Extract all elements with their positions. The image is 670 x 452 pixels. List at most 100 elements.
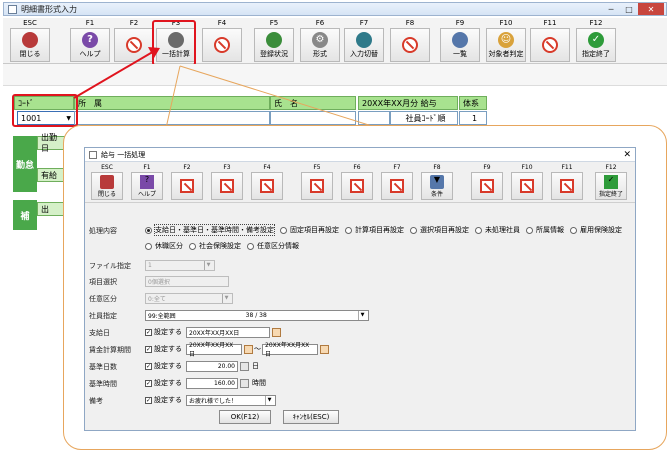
calendar-icon[interactable] xyxy=(272,327,281,337)
fkey-f10-button[interactable]: ☺ 対象者判定 xyxy=(486,28,526,62)
dialog-fkey-f11-button[interactable] xyxy=(551,172,583,200)
hours-checkbox[interactable]: ✓ 設定する xyxy=(145,378,182,388)
exit-icon xyxy=(22,31,38,48)
disabled-icon xyxy=(350,179,364,193)
process-option[interactable]: 任意区分情報 xyxy=(247,240,300,252)
dialog-fkey-f9: F9 xyxy=(467,163,507,200)
radio-icon xyxy=(145,226,152,234)
period-checkbox[interactable]: ✓ 設定する xyxy=(145,344,182,354)
disabled-icon xyxy=(390,179,404,193)
file-select[interactable]: 1 ▼ xyxy=(145,259,215,271)
chevron-down-icon: ▼ xyxy=(358,310,366,320)
help-icon: ? xyxy=(140,174,154,189)
process-option[interactable]: 休職区分 xyxy=(145,240,184,252)
attendance-band: 勤怠 xyxy=(13,136,37,192)
dialog-fkey-f9-button[interactable] xyxy=(471,172,503,200)
dialog-fkey-f11: F11 xyxy=(547,163,587,200)
payday-input[interactable]: 20XX年XX月XX日 xyxy=(186,326,270,338)
dialog-fkey-f3-button[interactable] xyxy=(211,172,243,200)
exit-icon xyxy=(100,174,114,189)
fkey-f7-button[interactable]: 入力切替 xyxy=(344,28,384,62)
fkey-f10: F10 ☺ 対象者判定 xyxy=(483,18,529,64)
fkey-f9: F9 一覧 xyxy=(437,18,483,64)
optional-select[interactable]: 0:全て ▼ xyxy=(145,292,233,304)
fkey-label: F4 xyxy=(217,19,227,27)
days-input[interactable]: 20.00 xyxy=(186,360,238,372)
fkey-f9-button[interactable]: 一覧 xyxy=(440,28,480,62)
fkey-f7: F7 入力切替 xyxy=(341,18,387,64)
fkey-label: ESC xyxy=(101,164,113,171)
process-option[interactable]: 支給日・基準日・基準時間・備考設定 xyxy=(145,224,275,236)
fkey-f6-button[interactable]: ⚙ 形式 xyxy=(300,28,340,62)
process-option[interactable]: 雇用保険設定 xyxy=(570,224,623,236)
fkey-caption: 条件 xyxy=(430,190,443,198)
type-header: 体系 xyxy=(459,96,487,110)
process-option[interactable]: 未処理社員 xyxy=(475,224,521,236)
dialog-fkey-esc: ESC 閉じる xyxy=(87,163,127,200)
fkey-f12-button[interactable]: ✓ 指定終了 xyxy=(576,28,616,62)
dialog-fkey-f8-button[interactable]: ▼ 条件 xyxy=(421,172,453,200)
dialog-fkey-f2-button[interactable] xyxy=(171,172,203,200)
spinner-icon[interactable] xyxy=(240,378,249,388)
fkey-caption: 対象者判定 xyxy=(488,49,524,58)
register-icon xyxy=(266,31,282,48)
employee-select[interactable]: 99:全範囲 38 / 38 ▼ xyxy=(145,309,369,321)
item-select-field[interactable]: 0個選択 xyxy=(145,275,229,287)
period-label: 賃金計算期間 xyxy=(89,346,131,354)
period-to-input[interactable]: 20XX年XX月XX日 xyxy=(262,342,318,358)
days-checkbox[interactable]: ✓ 設定する xyxy=(145,361,182,371)
fkey-esc-button[interactable]: 閉じる xyxy=(10,28,50,62)
fkey-f5-button[interactable]: 登録状況 xyxy=(254,28,294,62)
process-option[interactable]: 選択項目再設定 xyxy=(410,224,470,236)
fkey-label: F3 xyxy=(223,164,231,171)
calendar-icon[interactable] xyxy=(320,344,329,354)
dialog-fkey-f4-button[interactable] xyxy=(251,172,283,200)
radio-icon xyxy=(475,226,482,234)
close-window-button[interactable]: ✕ xyxy=(638,3,664,15)
dialog-fkey-esc-button[interactable]: 閉じる xyxy=(91,172,123,200)
cancel-button[interactable]: ｷｬﾝｾﾙ(ESC) xyxy=(283,410,339,424)
note-select[interactable]: お疲れ様でした！ ▼ xyxy=(186,394,276,406)
maximize-button[interactable]: □ xyxy=(620,3,638,15)
dialog-fkey-f7-button[interactable] xyxy=(381,172,413,200)
calendar-icon[interactable] xyxy=(244,344,253,354)
process-option[interactable]: 固定項目再設定 xyxy=(280,224,340,236)
radio-icon xyxy=(145,242,152,250)
fkey-label: F6 xyxy=(315,19,325,27)
radio-icon xyxy=(247,242,254,250)
dialog-title: 給与 一括処理 xyxy=(101,150,146,159)
hours-input[interactable]: 160.00 xyxy=(186,377,238,389)
fkey-label: F10 xyxy=(521,164,533,171)
fkey-f5: F5 登録状況 xyxy=(251,18,297,64)
dialog-fkey-f6-button[interactable] xyxy=(341,172,373,200)
process-option[interactable]: 計算項目再設定 xyxy=(345,224,405,236)
fkey-label: F4 xyxy=(263,164,271,171)
dialog-fkey-f1-button[interactable]: ? ヘルプ xyxy=(131,172,163,200)
payday-checkbox[interactable]: ✓ 設定する xyxy=(145,327,182,337)
fkey-f4-button[interactable] xyxy=(202,28,242,62)
minimize-button[interactable]: ─ xyxy=(602,3,620,15)
filter-icon: ▼ xyxy=(430,174,444,189)
dialog-fkey-f12-button[interactable]: ✓ 指定終了 xyxy=(595,172,627,200)
ok-button[interactable]: OK(F12) xyxy=(219,410,271,424)
dialog-close-icon[interactable]: ✕ xyxy=(623,150,631,160)
fkey-f8-button[interactable] xyxy=(390,28,430,62)
dialog-fkey-f6: F6 xyxy=(337,163,377,200)
ok-icon: ✓ xyxy=(588,31,604,48)
chevron-down-icon: ▼ xyxy=(222,293,230,303)
dialog-fkey-f5-button[interactable] xyxy=(301,172,333,200)
radio-icon xyxy=(345,226,352,234)
process-option[interactable]: 所属情報 xyxy=(526,224,565,236)
fkey-f11-button[interactable] xyxy=(530,28,570,62)
disabled-icon xyxy=(220,179,234,193)
period-from-input[interactable]: 20XX年XX月XX日 xyxy=(186,342,242,358)
main-window: 明細書形式入力 ─ □ ✕ ESC 閉じる F1? ヘルプ F2 F3 一括計算 F4 F5 登録… xyxy=(0,0,670,452)
dialog-fkey-f10-button[interactable] xyxy=(511,172,543,200)
process-option[interactable]: 社会保険設定 xyxy=(189,240,242,252)
payday-label: 支給日 xyxy=(89,329,110,337)
spinner-icon[interactable] xyxy=(240,361,249,371)
gear-icon: ⚙ xyxy=(312,31,328,48)
note-checkbox[interactable]: ✓ 設定する xyxy=(145,395,182,405)
fkey-caption: 閉じる xyxy=(19,49,41,58)
dialog-fkey-f10: F10 xyxy=(507,163,547,200)
